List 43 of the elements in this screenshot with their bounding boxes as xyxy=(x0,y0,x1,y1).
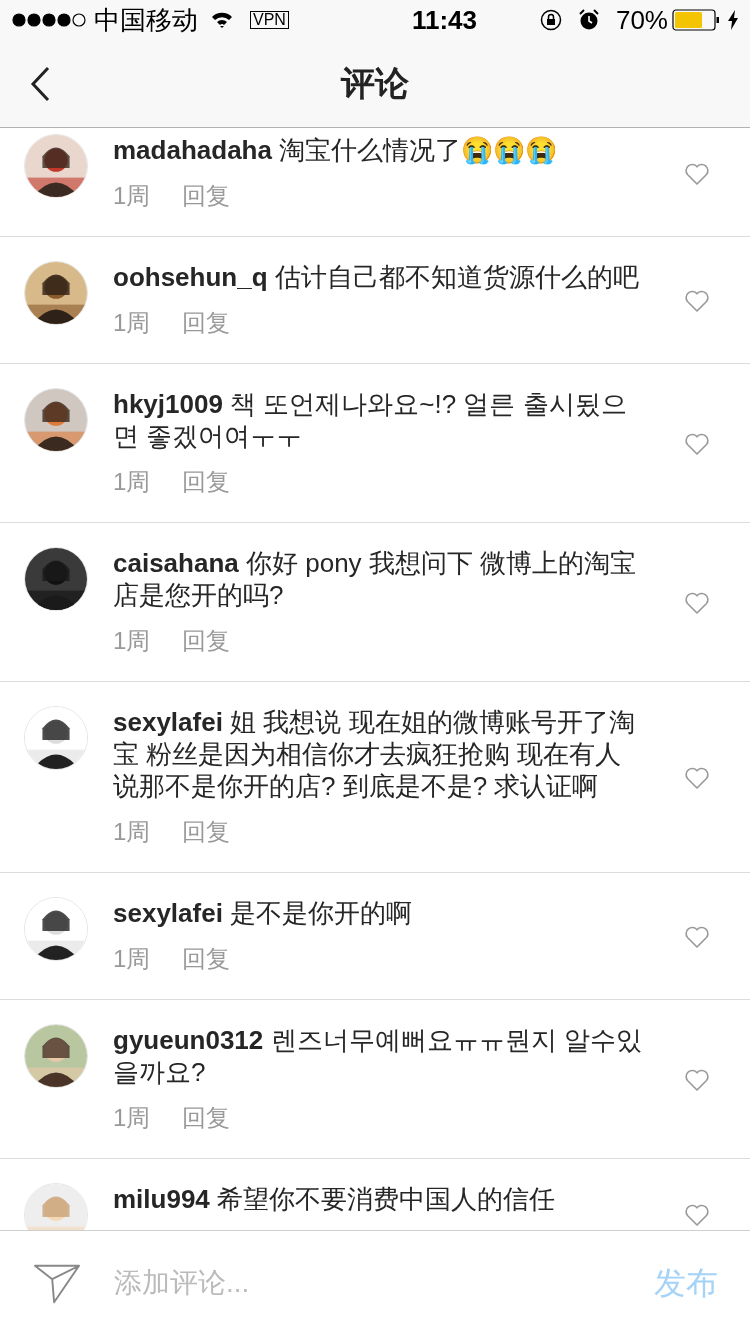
comment-time: 1周 xyxy=(113,1103,151,1133)
comment-time: 1周 xyxy=(113,181,151,211)
reply-link[interactable]: 回复 xyxy=(182,464,231,500)
publish-button[interactable]: 发布 xyxy=(654,1258,718,1307)
heart-icon[interactable] xyxy=(684,766,710,790)
reply-link[interactable]: 回复 xyxy=(182,941,231,977)
comment-text: gyueun0312 렌즈너무예뻐요ㅠㅠ뭔지 알수있을까요? xyxy=(113,1024,643,1088)
signal-icon xyxy=(12,13,86,27)
carrier: 中国移动 xyxy=(94,3,198,37)
charging-icon xyxy=(728,10,738,30)
heart-icon[interactable] xyxy=(684,162,710,186)
reply-link[interactable]: 回复 xyxy=(182,178,231,214)
comment-time: 1周 xyxy=(113,626,151,656)
comment-text: caisahana 你好 pony 我想问下 微博上的淘宝店是您开的吗? xyxy=(113,547,638,611)
comment-text: milu994 希望你不要消费中国人的信任 xyxy=(113,1183,557,1215)
comment-text: madahadaha 淘宝什么情况了😭😭😭 xyxy=(113,134,559,166)
comment-text: oohsehun_q 估计自己都不知道货源什么的吧 xyxy=(113,261,640,293)
rotation-lock-icon xyxy=(539,9,562,31)
reply-link[interactable]: 回复 xyxy=(182,623,231,659)
reply-link[interactable]: 回复 xyxy=(182,1100,231,1136)
wifi-icon xyxy=(210,11,234,29)
heart-icon[interactable] xyxy=(684,591,710,615)
comment-input-field[interactable]: 添加评论... xyxy=(114,1261,654,1304)
clock: 11:43 xyxy=(410,3,477,37)
comment-time: 1周 xyxy=(113,308,151,338)
reply-link[interactable]: 回复 xyxy=(182,305,231,341)
battery-icon xyxy=(672,9,720,31)
comment-time: 1周 xyxy=(113,944,151,974)
comment-text: sexylafei 是不是你开的啊 xyxy=(113,897,414,929)
heart-icon[interactable] xyxy=(684,1068,710,1092)
comment-time: 1周 xyxy=(113,467,151,497)
heart-icon[interactable] xyxy=(684,1203,710,1227)
comment-text: hkyj1009 책 또언제나와요~!? 얼른 출시됬으면 좋겠어여ㅜㅜ xyxy=(113,388,628,452)
reply-link[interactable]: 回复 xyxy=(182,814,231,850)
vpn-badge: VPN xyxy=(250,11,289,29)
comment-time: 1周 xyxy=(113,817,151,847)
page-title: 评论 xyxy=(341,63,409,104)
alarm-icon xyxy=(577,9,600,31)
heart-icon[interactable] xyxy=(684,289,710,313)
heart-icon[interactable] xyxy=(684,925,710,949)
battery-percent: 70% xyxy=(615,3,668,37)
heart-icon[interactable] xyxy=(684,432,710,456)
comment-text: sexylafei 姐 我想说 现在姐的微博账号开了淘宝 粉丝是因为相信你才去疯狂抢购 现在有人说那不是你开的店? 到底是不是? 求认证啊 xyxy=(113,706,636,802)
